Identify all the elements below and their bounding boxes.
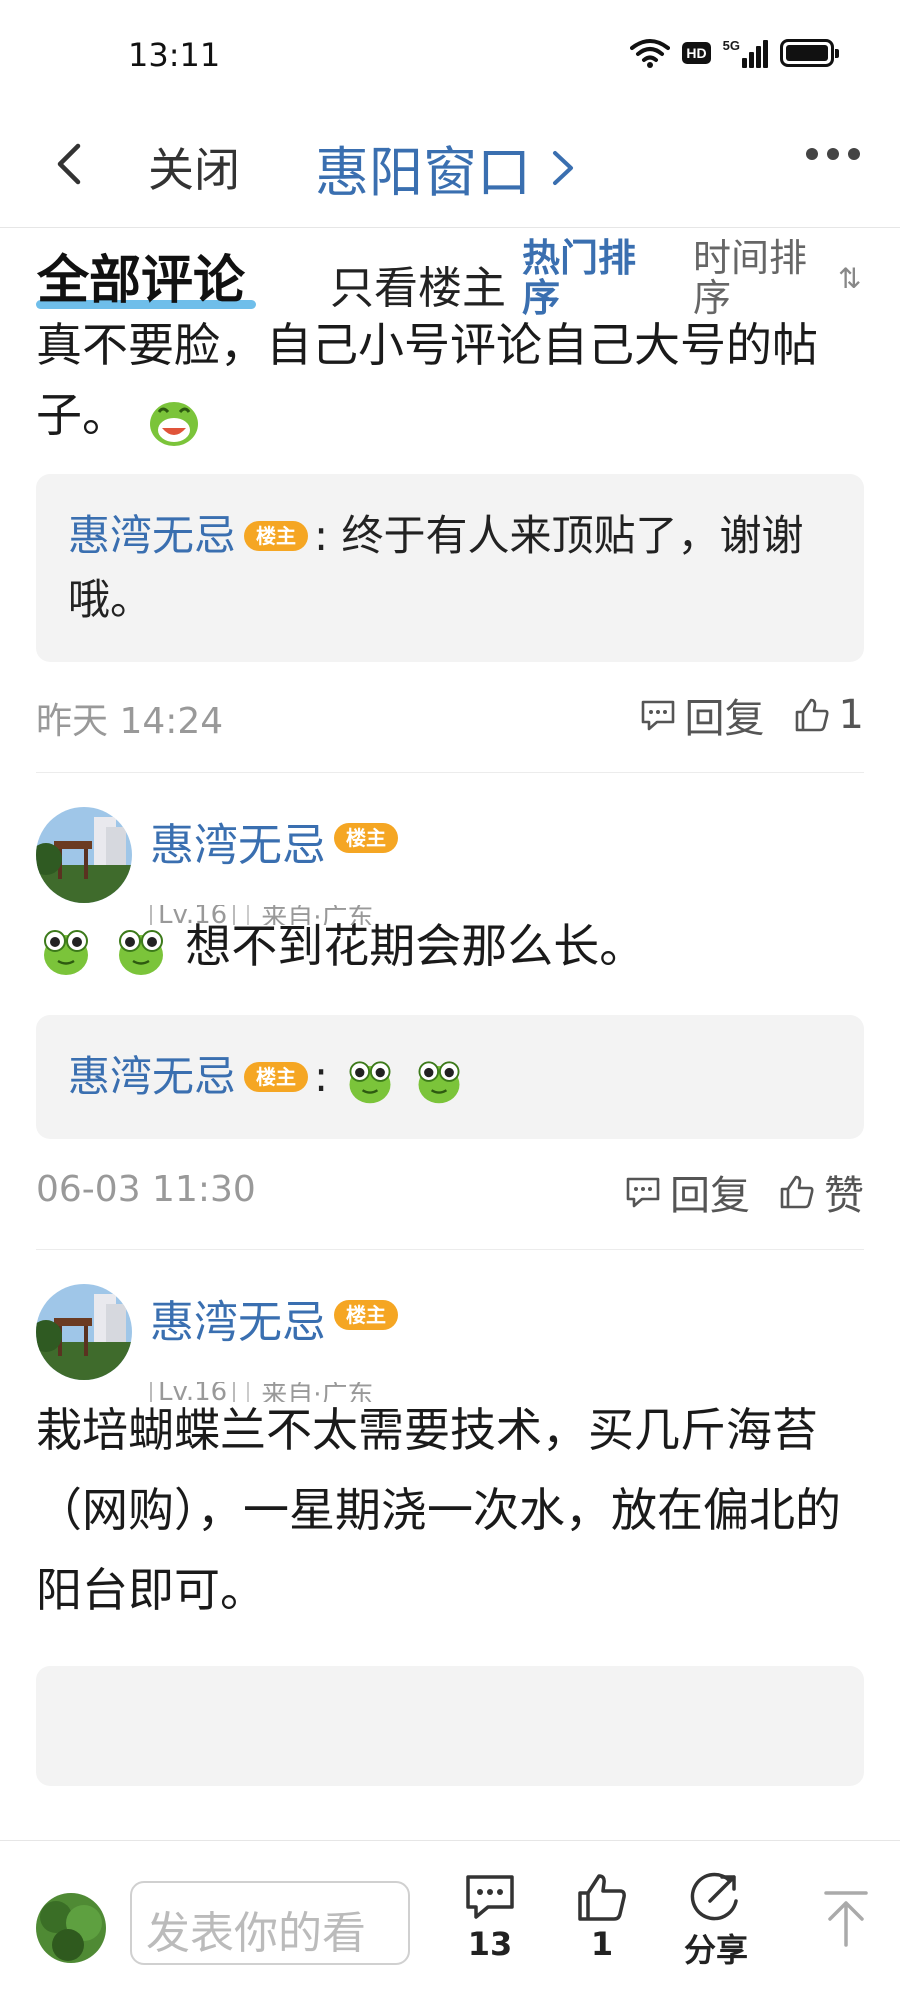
thumbs-up-icon [795,698,829,732]
comment-actions: 回复 赞 [624,1163,864,1221]
share-label: 分享 [684,1931,749,1969]
author-meta: Lv.16 来自·广东 [150,1382,550,1402]
battery-icon [780,39,839,67]
comment-item: 惠湾无忌 楼主 Lv.16 来自·广东 想不到花期会那么长。 惠湾无忌 楼主:… [0,807,900,1250]
meta-separator [247,905,250,925]
network-label: 5G [722,38,740,53]
reply-box[interactable] [36,1666,864,1786]
op-badge: 楼主 [244,520,309,551]
comment-item: 真不要脸，自己小号评论自己大号的帖子。 惠湾无忌 楼主: 终于有人来顶贴了，谢谢哦… [0,314,900,773]
level-badge: Lv.16 [150,1382,236,1402]
signal-5g-icon: 5G [723,38,768,68]
thumbs-up-icon [780,1175,814,1209]
author-name: 惠湾无忌 [150,820,326,871]
author-location: 来自·广东 [261,1382,374,1402]
comment-body: 栽培蝴蝶兰不太需要技术，买几斤海苔（网购），一星期浇一次水，放在偏北的阳台即可。 [36,1403,841,1617]
status-bar: 13:11 HD 5G [0,0,900,110]
comment-time: 06-03 11:30 [36,1169,256,1210]
comment-bubble-icon [466,1875,514,1919]
comment-count-button[interactable]: 13 [462,1871,518,1963]
op-badge: 楼主 [334,823,398,853]
status-icons: HD 5G [630,38,839,68]
meta-separator [247,1382,250,1402]
reply-button[interactable]: 回复 [639,686,765,744]
comment-text: 真不要脸，自己小号评论自己大号的帖子。 [0,314,900,450]
like-count: 1 [590,1925,614,1963]
reply-author[interactable]: 惠湾无忌 [68,1052,236,1101]
status-time: 13:11 [128,36,221,74]
reply-button[interactable]: 回复 [624,1163,750,1221]
avatar[interactable] [36,1284,132,1380]
forum-title-link[interactable]: 惠阳窗口 [315,128,577,207]
like-post-button[interactable]: 1 [574,1871,630,1963]
reply-bubble-icon [641,700,674,731]
reply-box[interactable]: 惠湾无忌 楼主: [36,1015,864,1139]
level-badge: Lv.16 [150,905,236,925]
comment-input[interactable]: 发表你的看 [130,1881,410,1965]
like-button[interactable]: 1 [793,692,864,738]
thumbs-up-icon [578,1874,626,1921]
more-dots-icon[interactable] [806,148,860,160]
laughing-frog-emoji [149,401,198,446]
hd-icon: HD [682,42,711,64]
comment-meta: 06-03 11:30 回复 赞 [36,1139,864,1249]
tab-all-comments[interactable]: 全部评论 [37,238,245,313]
comment-author[interactable]: 惠湾无忌 楼主 [150,809,404,873]
my-avatar[interactable] [36,1893,106,1963]
reply-label: 回复 [670,1173,750,1219]
frog-emoji [349,1060,391,1103]
comment-meta: 昨天 14:24 回复 1 [36,662,864,772]
share-button[interactable]: 分享 [684,1871,748,1971]
author-name: 惠湾无忌 [150,1297,326,1348]
author-location: 来自·广东 [261,905,374,925]
comment-tabs: 全部评论 只看楼主 热门排序 时间排序 ⇅ [0,232,900,318]
like-button[interactable]: 赞 [778,1163,864,1221]
divider [36,1249,864,1250]
sort-toggle-icon[interactable]: ⇅ [838,262,861,295]
comment-actions: 回复 1 [639,686,864,744]
like-count: 1 [838,692,864,738]
chevron-right-icon [553,150,573,185]
bottom-bar: 发表你的看 13 1 分享 [0,1840,900,2000]
like-label: 赞 [824,1173,864,1219]
op-badge: 楼主 [244,1061,309,1092]
forum-title: 惠阳窗口 [315,141,531,204]
tab-hot-sort[interactable]: 热门排序 [522,238,662,318]
reply-box[interactable]: 惠湾无忌 楼主: 终于有人来顶贴了，谢谢哦。 [36,474,864,662]
scroll-to-top-icon[interactable] [822,1889,870,1949]
avatar[interactable] [36,807,132,903]
reply-author[interactable]: 惠湾无忌 [68,511,236,560]
nav-bar: 关闭 惠阳窗口 [0,110,900,228]
wifi-icon [630,39,671,68]
op-badge: 楼主 [334,1300,398,1330]
comment-user-row: 惠湾无忌 楼主 Lv.16 来自·广东 [36,807,864,947]
comment-count: 13 [467,1925,513,1963]
reply-label: 回复 [684,696,765,742]
close-button[interactable]: 关闭 [148,134,240,200]
comment-user-row: 惠湾无忌 楼主 Lv.16 来自·广东 [36,1284,864,1424]
back-arrow-icon[interactable] [44,134,94,194]
comment-item: 惠湾无忌 楼主 Lv.16 来自·广东 栽培蝴蝶兰不太需要技术，买几斤海苔（网购… [0,1284,900,1786]
comment-time: 昨天 14:24 [36,701,224,742]
divider [36,772,864,773]
comment-author[interactable]: 惠湾无忌 楼主 [150,1286,404,1350]
comment-text: 栽培蝴蝶兰不太需要技术，买几斤海苔（网购），一星期浇一次水，放在偏北的阳台即可。 [0,1390,900,1630]
author-meta: Lv.16 来自·广东 [150,905,550,925]
comment-list[interactable]: 真不要脸，自己小号评论自己大号的帖子。 惠湾无忌 楼主: 终于有人来顶贴了，谢谢哦… [0,314,900,1840]
reply-bubble-icon [626,1177,660,1208]
frog-emoji [418,1060,460,1103]
tab-time-sort[interactable]: 时间排序 [693,238,833,318]
share-icon [690,1872,738,1921]
reply-text: : [314,1052,329,1101]
tab-only-op[interactable]: 只看楼主 [330,252,506,316]
